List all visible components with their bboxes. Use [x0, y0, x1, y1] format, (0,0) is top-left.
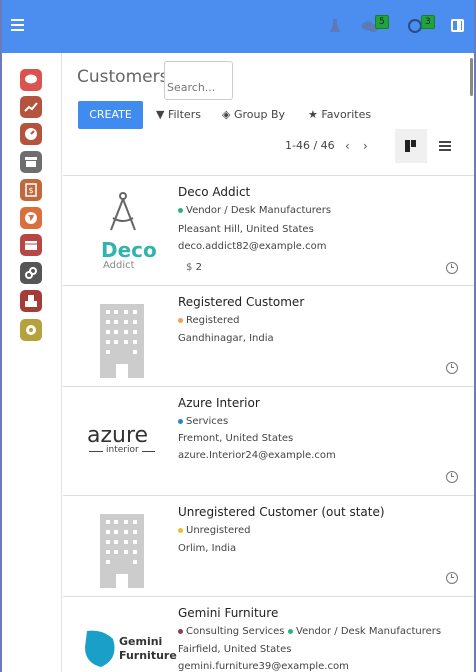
gauge-icon[interactable]: [20, 123, 42, 145]
main-content: Customers CREATE ▼ Filters ◈ Group By ★ …: [63, 53, 474, 672]
customer-name: Deco Addict: [178, 185, 251, 199]
customer-location: Fairfield, United States: [178, 644, 292, 655]
category-tag: Consulting Services: [178, 626, 285, 637]
app-window: 5 3 $ Customers Search... CREATE ▼ Filte…: [0, 0, 476, 672]
deco-logo-text: Deco: [101, 238, 157, 262]
customer-card[interactable]: Registered Customer Registered Gandhinag…: [63, 285, 474, 386]
customer-location: Gandhinagar, India: [178, 333, 274, 344]
messages-badge: 5: [375, 15, 389, 29]
gemini-logo-subtext: Furniture: [119, 649, 177, 662]
kanban-icon: [405, 140, 416, 152]
link-icon[interactable]: [20, 262, 42, 284]
customer-name: Gemini Furniture: [178, 606, 279, 620]
create-button[interactable]: CREATE: [78, 101, 143, 129]
favorites-dropdown[interactable]: ★ Favorites: [308, 108, 371, 121]
category-tag: Services: [178, 416, 228, 427]
azure-logo-subtext: interior: [103, 445, 142, 455]
activities-badge: 3: [421, 15, 435, 29]
search-input[interactable]: [164, 61, 233, 100]
pager-value[interactable]: 1-46 / 46: [285, 139, 335, 152]
favorites-label: Favorites: [321, 108, 372, 121]
category-tag: Vendor / Desk Manufacturers: [288, 626, 441, 637]
svg-text:$: $: [28, 186, 33, 195]
kanban-view-button[interactable]: [395, 129, 427, 163]
app-sidebar: $: [2, 53, 62, 672]
activity-clock-icon[interactable]: [446, 471, 458, 483]
customer-name: Azure Interior: [178, 396, 260, 410]
category-tag: Vendor / Desk Manufacturers: [178, 205, 331, 216]
customer-card[interactable]: Deco Addict Deco Addict Vendor / Desk Ma…: [63, 175, 474, 285]
customer-location: Pleasant Hill, United States: [178, 224, 314, 235]
discuss-icon[interactable]: [20, 69, 42, 91]
page-title: Customers: [77, 67, 169, 87]
menu-icon[interactable]: [11, 19, 24, 31]
building-icon: [100, 304, 144, 378]
chevron-right-icon[interactable]: ›: [363, 139, 368, 153]
box-icon[interactable]: [20, 234, 42, 256]
deco-logo-subtext: Addict: [103, 260, 135, 271]
scrollbar[interactable]: [470, 58, 473, 96]
customer-card[interactable]: azure interior Azure Interior Services F…: [63, 386, 474, 495]
activity-clock-icon[interactable]: [408, 19, 422, 33]
flask-icon[interactable]: [330, 19, 340, 33]
dollar-icon: $: [186, 262, 193, 273]
top-navbar: 5 3: [2, 0, 474, 53]
building-icon: [100, 514, 144, 588]
shop-icon[interactable]: [20, 151, 42, 173]
gemini-logo-chair: [83, 629, 119, 672]
customer-location: Fremont, United States: [178, 433, 294, 444]
customer-location: Orlim, India: [178, 543, 237, 554]
customer-name: Registered Customer: [178, 295, 305, 309]
filters-label: Filters: [167, 108, 201, 121]
sidebar-toggle-icon[interactable]: [451, 19, 464, 32]
activity-clock-icon[interactable]: [446, 572, 458, 584]
globe-icon[interactable]: [20, 207, 42, 229]
sales-stat: $ 2: [186, 262, 202, 273]
chevron-left-icon[interactable]: ‹: [345, 139, 350, 153]
invoice-icon[interactable]: $: [20, 179, 42, 201]
customer-name: Unregistered Customer (out state): [178, 505, 385, 519]
list-icon: [439, 141, 451, 151]
modules-icon[interactable]: [20, 290, 42, 312]
groupby-label: Group By: [233, 108, 286, 121]
customer-card[interactable]: Gemini Furniture Gemini Furniture Consul…: [63, 596, 474, 672]
settings-icon[interactable]: [20, 319, 42, 341]
category-tag: Unregistered: [178, 525, 251, 536]
activity-clock-icon[interactable]: [446, 362, 458, 374]
activity-clock-icon[interactable]: [446, 262, 458, 274]
star-icon: ★: [308, 108, 318, 121]
customer-email: azure.Interior24@example.com: [178, 450, 336, 461]
layers-icon: ◈: [222, 108, 231, 121]
customer-card[interactable]: Unregistered Customer (out state) Unregi…: [63, 495, 474, 596]
customer-email: deco.addict82@example.com: [178, 241, 327, 252]
customer-email: gemini.furniture39@example.com: [178, 661, 349, 672]
customer-logo: [83, 190, 163, 242]
filter-icon: ▼: [156, 108, 165, 121]
category-tag: Registered: [178, 315, 239, 326]
gemini-logo-text: Gemini: [119, 635, 163, 648]
groupby-dropdown[interactable]: ◈ Group By: [222, 108, 285, 121]
filters-dropdown[interactable]: ▼ Filters: [156, 108, 201, 121]
chart-icon[interactable]: [20, 96, 42, 118]
list-view-button[interactable]: [435, 129, 455, 163]
